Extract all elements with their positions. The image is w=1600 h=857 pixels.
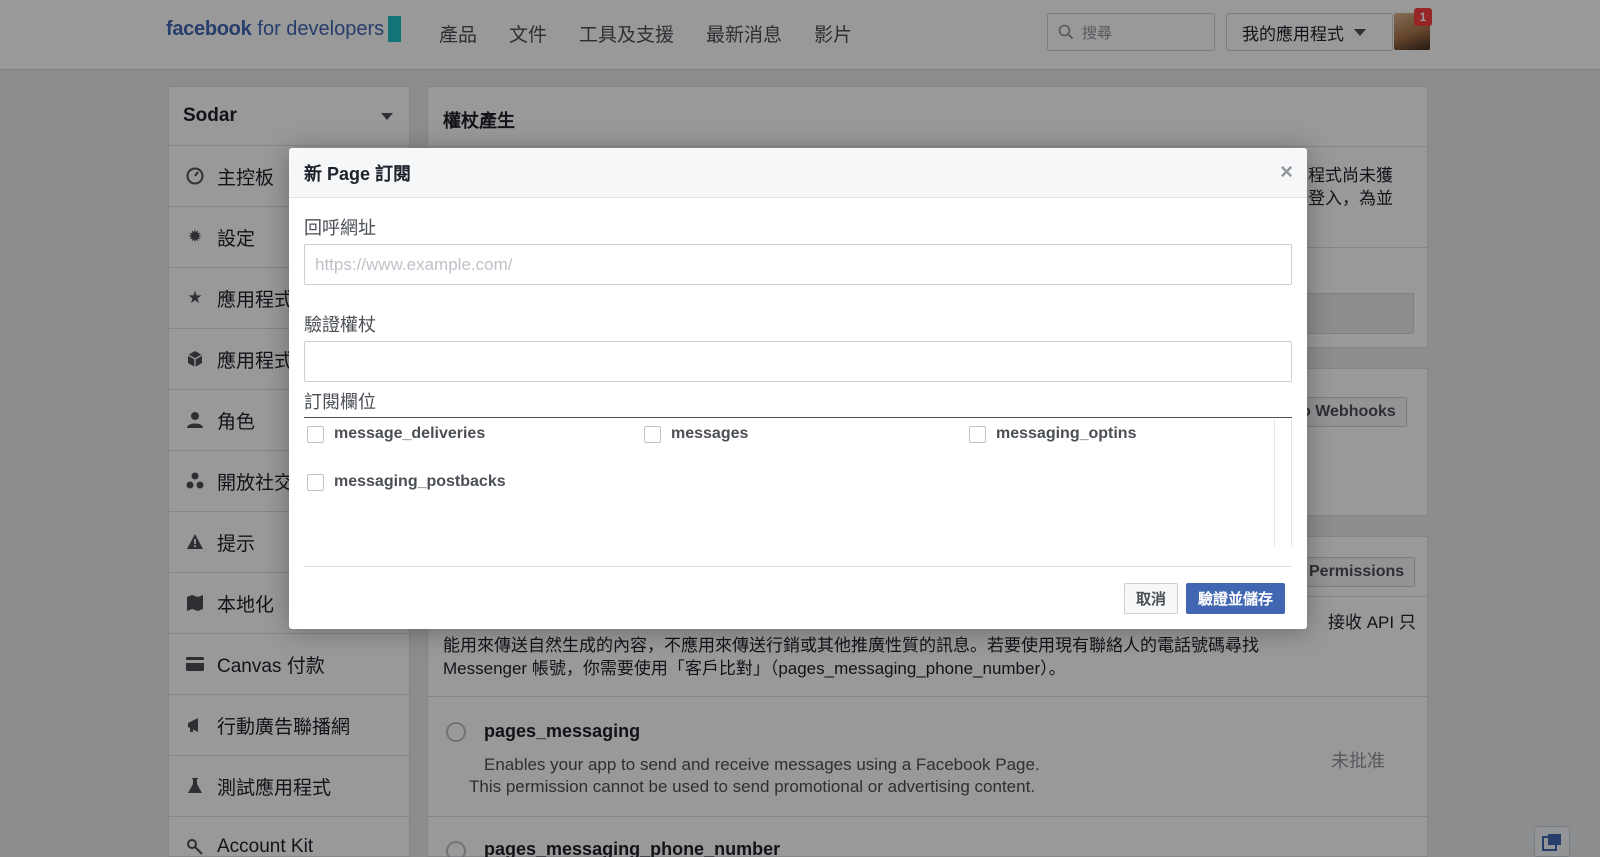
dialog-header: 新 Page 訂閱 × bbox=[289, 148, 1307, 198]
checkbox-message-deliveries[interactable]: message_deliveries bbox=[307, 425, 485, 443]
checkbox-messages[interactable]: messages bbox=[644, 425, 748, 443]
dialog-title: 新 Page 訂閱 bbox=[304, 163, 412, 184]
cancel-button[interactable]: 取消 bbox=[1124, 583, 1179, 614]
callback-url-label: 回呼網址 bbox=[304, 218, 376, 238]
new-page-subscription-dialog: 新 Page 訂閱 × 回呼網址 驗證權杖 訂閱欄位 message_deliv… bbox=[289, 148, 1307, 629]
checkbox-label: messaging_optins bbox=[996, 425, 1137, 442]
checkbox-box[interactable] bbox=[307, 425, 324, 443]
subscription-fields-label: 訂閱欄位 bbox=[304, 392, 376, 412]
divider bbox=[304, 566, 1292, 567]
verify-token-input[interactable] bbox=[304, 341, 1292, 382]
checkbox-messaging-postbacks[interactable]: messaging_postbacks bbox=[307, 473, 506, 491]
checkbox-box[interactable] bbox=[969, 425, 986, 443]
verify-and-save-button[interactable]: 驗證並儲存 bbox=[1186, 583, 1286, 614]
checkbox-label: messaging_postbacks bbox=[334, 473, 506, 490]
checkbox-messaging-optins[interactable]: messaging_optins bbox=[969, 425, 1136, 443]
checkbox-label: messages bbox=[671, 425, 749, 442]
subscription-fields-list: message_deliveries messages messaging_op… bbox=[304, 418, 1292, 546]
checkbox-box[interactable] bbox=[307, 473, 324, 491]
callback-url-input[interactable] bbox=[304, 244, 1292, 285]
verify-token-label: 驗證權杖 bbox=[304, 315, 376, 335]
checkbox-box[interactable] bbox=[644, 425, 661, 443]
scrollbar[interactable] bbox=[1274, 420, 1292, 546]
close-icon[interactable]: × bbox=[1280, 160, 1293, 184]
checkbox-label: message_deliveries bbox=[334, 425, 486, 442]
